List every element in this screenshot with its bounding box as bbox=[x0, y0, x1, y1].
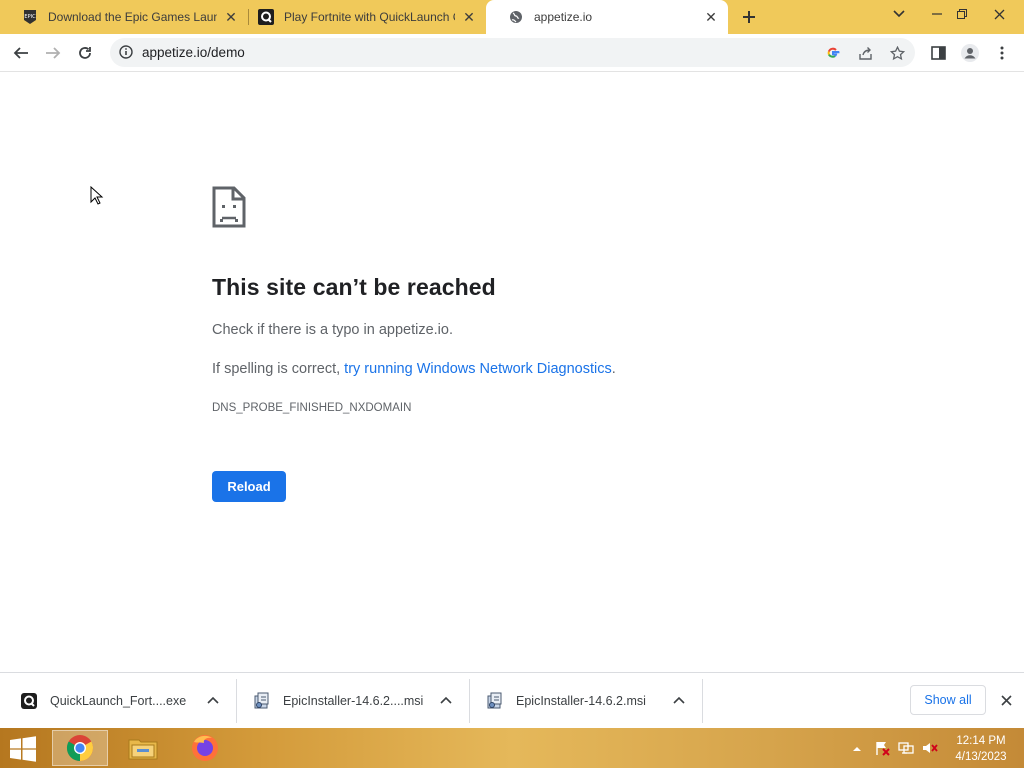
chrome-icon bbox=[66, 735, 94, 762]
reload-button[interactable] bbox=[72, 40, 98, 66]
minimize-icon bbox=[932, 13, 942, 15]
chevron-down-icon bbox=[893, 10, 905, 18]
download-separator bbox=[469, 679, 470, 723]
quicklaunch-icon bbox=[20, 692, 38, 710]
avatar-icon bbox=[961, 44, 979, 62]
chevron-up-icon[interactable] bbox=[439, 693, 453, 707]
taskbar-file-explorer[interactable] bbox=[115, 730, 171, 766]
close-icon bbox=[994, 9, 1004, 19]
mouse-cursor-icon bbox=[90, 186, 104, 205]
download-item[interactable]: EpicInstaller-14.6.2.msi bbox=[486, 673, 701, 729]
error-diagnostics-hint: If spelling is correct, try running Wind… bbox=[212, 361, 616, 377]
close-icon[interactable]: ✕ bbox=[703, 9, 719, 25]
download-filename: QuickLaunch_Fort....exe bbox=[50, 694, 187, 708]
url-text[interactable]: appetize.io/demo bbox=[142, 45, 245, 60]
address-bar[interactable]: appetize.io/demo bbox=[110, 38, 915, 67]
plus-icon bbox=[743, 11, 755, 23]
back-arrow-icon bbox=[13, 47, 28, 59]
browser-toolbar: appetize.io/demo bbox=[0, 34, 1024, 72]
show-all-downloads-button[interactable]: Show all bbox=[910, 685, 986, 715]
profile-button[interactable] bbox=[957, 40, 983, 66]
forward-button[interactable] bbox=[40, 40, 66, 66]
installer-icon bbox=[253, 692, 271, 710]
tab-title: Play Fortnite with QuickLaunch C bbox=[284, 10, 455, 24]
menu-button[interactable] bbox=[989, 40, 1015, 66]
close-download-shelf-button[interactable] bbox=[997, 691, 1015, 709]
tab-search-button[interactable] bbox=[882, 0, 916, 28]
tab-title: appetize.io bbox=[534, 10, 593, 24]
close-icon[interactable]: ✕ bbox=[461, 9, 477, 25]
error-typo-hint: Check if there is a typo in appetize.io. bbox=[212, 322, 453, 338]
volume-muted-icon[interactable] bbox=[922, 740, 938, 756]
tab-appetize[interactable]: appetize.io ✕ bbox=[486, 0, 728, 34]
side-panel-icon bbox=[930, 46, 946, 60]
taskbar-firefox[interactable] bbox=[177, 730, 233, 766]
restore-icon bbox=[957, 9, 967, 19]
download-filename: EpicInstaller-14.6.2.msi bbox=[516, 694, 646, 708]
sad-document-icon bbox=[212, 186, 246, 228]
download-shelf: QuickLaunch_Fort....exe EpicInstaller-14… bbox=[0, 672, 1024, 729]
epic-games-icon: EPIC bbox=[22, 9, 38, 25]
chevron-up-icon[interactable] bbox=[206, 693, 220, 707]
network-icon[interactable] bbox=[898, 740, 914, 756]
chevron-up-icon[interactable] bbox=[672, 693, 686, 707]
error-diagnostics-suffix: . bbox=[611, 361, 616, 377]
network-diagnostics-link[interactable]: try running Windows Network Diagnostics bbox=[344, 361, 612, 377]
bookmark-star-icon[interactable] bbox=[888, 44, 906, 62]
installer-icon bbox=[486, 692, 504, 710]
tab-strip: EPIC Download the Epic Games Launcher ✕ … bbox=[0, 0, 1024, 34]
windows-start-icon[interactable] bbox=[8, 735, 38, 763]
taskbar-chrome[interactable] bbox=[52, 730, 108, 766]
clock-date: 4/13/2023 bbox=[955, 751, 1007, 763]
google-lens-icon[interactable] bbox=[824, 44, 842, 62]
download-filename: EpicInstaller-14.6.2....msi bbox=[283, 694, 424, 708]
quicklaunch-icon bbox=[258, 9, 274, 25]
site-info-icon[interactable] bbox=[119, 45, 133, 59]
download-item[interactable]: QuickLaunch_Fort....exe bbox=[20, 673, 235, 729]
reload-page-button[interactable]: Reload bbox=[212, 471, 286, 502]
svg-text:EPIC: EPIC bbox=[24, 14, 36, 20]
error-code: DNS_PROBE_FINISHED_NXDOMAIN bbox=[212, 402, 412, 414]
tray-expand-icon[interactable] bbox=[849, 740, 865, 756]
taskbar-clock[interactable]: 12:14 PM 4/13/2023 bbox=[948, 733, 1014, 765]
close-icon bbox=[1000, 694, 1012, 706]
error-diagnostics-prefix: If spelling is correct, bbox=[212, 361, 345, 377]
reload-icon bbox=[79, 47, 91, 59]
download-item[interactable]: EpicInstaller-14.6.2....msi bbox=[253, 673, 468, 729]
tab-epic-games[interactable]: EPIC Download the Epic Games Launcher ✕ bbox=[0, 0, 248, 34]
tab-quicklaunch[interactable]: Play Fortnite with QuickLaunch C ✕ bbox=[236, 0, 486, 34]
download-separator bbox=[236, 679, 237, 723]
forward-arrow-icon bbox=[46, 47, 61, 59]
more-vert-icon bbox=[1000, 46, 1004, 60]
close-window-button[interactable] bbox=[982, 0, 1016, 28]
new-tab-button[interactable] bbox=[738, 6, 760, 28]
clock-time: 12:14 PM bbox=[956, 735, 1006, 747]
error-heading: This site can’t be reached bbox=[212, 274, 496, 300]
firefox-icon bbox=[192, 735, 218, 761]
action-center-flag-icon[interactable] bbox=[874, 740, 890, 756]
restore-button[interactable] bbox=[945, 0, 979, 28]
windows-taskbar: 12:14 PM 4/13/2023 bbox=[0, 728, 1024, 768]
side-panel-button[interactable] bbox=[925, 40, 951, 66]
download-separator bbox=[702, 679, 703, 723]
share-icon[interactable] bbox=[856, 44, 874, 62]
tab-title: Download the Epic Games Launcher bbox=[48, 10, 217, 24]
file-explorer-icon bbox=[128, 739, 158, 760]
globe-icon bbox=[508, 9, 524, 25]
back-button[interactable] bbox=[8, 40, 34, 66]
